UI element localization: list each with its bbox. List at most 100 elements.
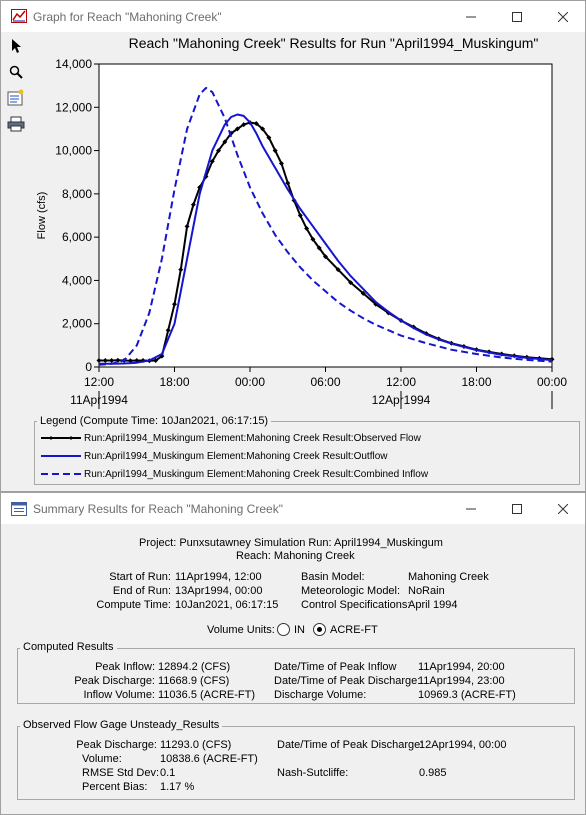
legend-item-combined-inflow: Run:April1994_Muskingum Element:Mahoning… bbox=[41, 467, 428, 481]
graph-window: Graph for Reach "Mahoning Creek" Reach "… bbox=[0, 0, 586, 492]
legend-title: Legend (Compute Time: 10Jan2021, 06:17:1… bbox=[37, 415, 272, 427]
peak-inflow-time-label: Date/Time of Peak Inflow bbox=[274, 661, 397, 673]
chart-title: Reach "Mahoning Creek" Results for Run "… bbox=[129, 35, 539, 51]
met-model-label: Meteorologic Model: bbox=[301, 585, 401, 597]
peak-discharge-time-label: Date/Time of Peak Discharge: bbox=[274, 675, 421, 687]
y-tick-label: 14,000 bbox=[55, 57, 92, 71]
x-tick-label: 12:00 bbox=[386, 375, 416, 389]
summary-window-title: Summary Results for Reach "Mahoning Cree… bbox=[33, 502, 283, 516]
legend-observed-swatch bbox=[41, 436, 81, 440]
volume-units-label: Volume Units: bbox=[207, 624, 275, 636]
end-of-run-value: 13Apr1994, 00:00 bbox=[175, 585, 263, 597]
summary-close-button[interactable] bbox=[540, 493, 586, 524]
end-of-run-label: End of Run: bbox=[112, 585, 171, 597]
maximize-icon bbox=[512, 503, 522, 514]
obs-volume-value: 10838.6 (ACRE-FT) bbox=[160, 753, 258, 765]
legend-item-outflow: Run:April1994_Muskingum Element:Mahoning… bbox=[41, 449, 387, 463]
pointer-tool-button[interactable] bbox=[5, 35, 27, 57]
pointer-icon bbox=[12, 39, 21, 53]
met-model-value: NoRain bbox=[408, 585, 445, 597]
start-of-run-label: Start of Run: bbox=[109, 571, 171, 583]
x-tick-label: 00:00 bbox=[235, 375, 265, 389]
obs-peak-discharge-value: 11293.0 (CFS) bbox=[160, 739, 232, 751]
control-spec-value: April 1994 bbox=[408, 599, 458, 611]
legend-combined-inflow-swatch bbox=[41, 473, 81, 475]
y-tick-label: 2,000 bbox=[62, 317, 92, 331]
y-tick-label: 10,000 bbox=[55, 144, 92, 158]
radio-in-label[interactable]: IN bbox=[294, 624, 305, 636]
computed-results-title: Computed Results bbox=[20, 641, 117, 653]
summary-titlebar[interactable]: Summary Results for Reach "Mahoning Cree… bbox=[1, 493, 585, 524]
compute-time-label: Compute Time: bbox=[96, 599, 171, 611]
x-tick-label: 18:00 bbox=[461, 375, 491, 389]
radio-acre-ft-label[interactable]: ACRE-FT bbox=[330, 624, 378, 636]
percent-bias-label: Percent Bias: bbox=[82, 781, 148, 793]
project-line: Project: Punxsutawney Simulation Run: Ap… bbox=[139, 537, 443, 549]
compute-time-value: 10Jan2021, 06:17:15 bbox=[175, 599, 279, 611]
peak-inflow-time-value: 11Apr1994, 20:00 bbox=[418, 661, 505, 673]
peak-discharge-label: Peak Discharge: bbox=[74, 675, 155, 687]
minimize-button[interactable] bbox=[448, 1, 494, 32]
printer-icon bbox=[7, 116, 25, 132]
rmse-label: RMSE Std Dev: bbox=[82, 767, 160, 779]
peak-inflow-label: Peak Inflow: bbox=[95, 661, 155, 673]
legend-outflow-swatch bbox=[41, 455, 81, 457]
legend-label-outflow: Run:April1994_Muskingum Element:Mahoning… bbox=[84, 450, 388, 462]
y-tick-label: 0 bbox=[85, 360, 92, 374]
y-tick-label: 12,000 bbox=[55, 100, 92, 114]
summary-window: Summary Results for Reach "Mahoning Cree… bbox=[0, 492, 586, 815]
close-button[interactable] bbox=[540, 1, 586, 32]
percent-bias-value: 1.17 % bbox=[160, 781, 195, 793]
obs-peak-time-value: 12Apr1994, 00:00 bbox=[419, 739, 507, 751]
x-tick-label: 18:00 bbox=[159, 375, 189, 389]
summary-app-icon bbox=[11, 502, 27, 516]
minimize-icon bbox=[466, 508, 476, 509]
graph-toolbar bbox=[1, 32, 31, 442]
flow-chart: Reach "Mahoning Creek" Results for Run "… bbox=[36, 35, 567, 409]
start-of-run-value: 11Apr1994, 12:00 bbox=[175, 571, 262, 583]
inflow-volume-value: 11036.5 (ACRE-FT) bbox=[158, 689, 255, 701]
discharge-volume-value: 10969.3 (ACRE-FT) bbox=[418, 689, 516, 701]
legend-label-observed-flow: Run:April1994_Muskingum Element:Mahoning… bbox=[84, 432, 421, 444]
radio-acre-ft[interactable] bbox=[313, 623, 326, 636]
x-tick-label: 12:00 bbox=[84, 375, 114, 389]
graph-window-title: Graph for Reach "Mahoning Creek" bbox=[33, 10, 222, 24]
close-icon bbox=[558, 11, 568, 22]
basin-model-value: Mahoning Creek bbox=[408, 571, 489, 583]
obs-peak-time-label: Date/Time of Peak Discharge: bbox=[277, 739, 424, 751]
summary-minimize-button[interactable] bbox=[448, 493, 494, 524]
maximize-icon bbox=[512, 11, 522, 22]
y-tick-label: 4,000 bbox=[62, 273, 92, 287]
discharge-volume-label: Discharge Volume: bbox=[274, 689, 367, 701]
inflow-volume-label: Inflow Volume: bbox=[83, 689, 155, 701]
x-tick-label: 06:00 bbox=[310, 375, 340, 389]
nash-sutcliffe-label: Nash-Sutcliffe: bbox=[277, 767, 349, 779]
basin-model-label: Basin Model: bbox=[301, 571, 365, 583]
y-tick-label: 6,000 bbox=[62, 230, 92, 244]
peak-discharge-time-value: 11Apr1994, 23:00 bbox=[418, 675, 505, 687]
radio-in[interactable] bbox=[277, 623, 290, 636]
maximize-button[interactable] bbox=[494, 1, 540, 32]
x-tick-label: 00:00 bbox=[537, 375, 567, 389]
rmse-value: 0.1 bbox=[160, 767, 176, 779]
peak-inflow-value: 12894.2 (CFS) bbox=[158, 661, 231, 673]
nash-sutcliffe-value: 0.985 bbox=[419, 767, 447, 779]
print-tool-button[interactable] bbox=[5, 113, 27, 135]
close-icon bbox=[558, 503, 568, 514]
plot-area bbox=[98, 63, 553, 368]
magnifier-icon bbox=[9, 65, 23, 79]
y-tick-label: 8,000 bbox=[62, 187, 92, 201]
graph-titlebar[interactable]: Graph for Reach "Mahoning Creek" bbox=[1, 1, 585, 32]
y-axis-label: Flow (cfs) bbox=[36, 192, 48, 240]
obs-volume-label: Volume: bbox=[82, 753, 122, 765]
peak-discharge-value: 11668.9 (CFS) bbox=[158, 675, 230, 687]
legend-item-observed-flow: Run:April1994_Muskingum Element:Mahoning… bbox=[41, 431, 421, 445]
zoom-tool-button[interactable] bbox=[5, 61, 27, 83]
app-icon bbox=[11, 9, 27, 23]
properties-tool-button[interactable] bbox=[5, 87, 27, 109]
summary-maximize-button[interactable] bbox=[494, 493, 540, 524]
properties-icon bbox=[7, 89, 24, 106]
obs-peak-discharge-label: Peak Discharge: bbox=[76, 739, 157, 751]
minimize-icon bbox=[466, 16, 476, 17]
control-spec-label: Control Specifications: bbox=[301, 599, 411, 611]
